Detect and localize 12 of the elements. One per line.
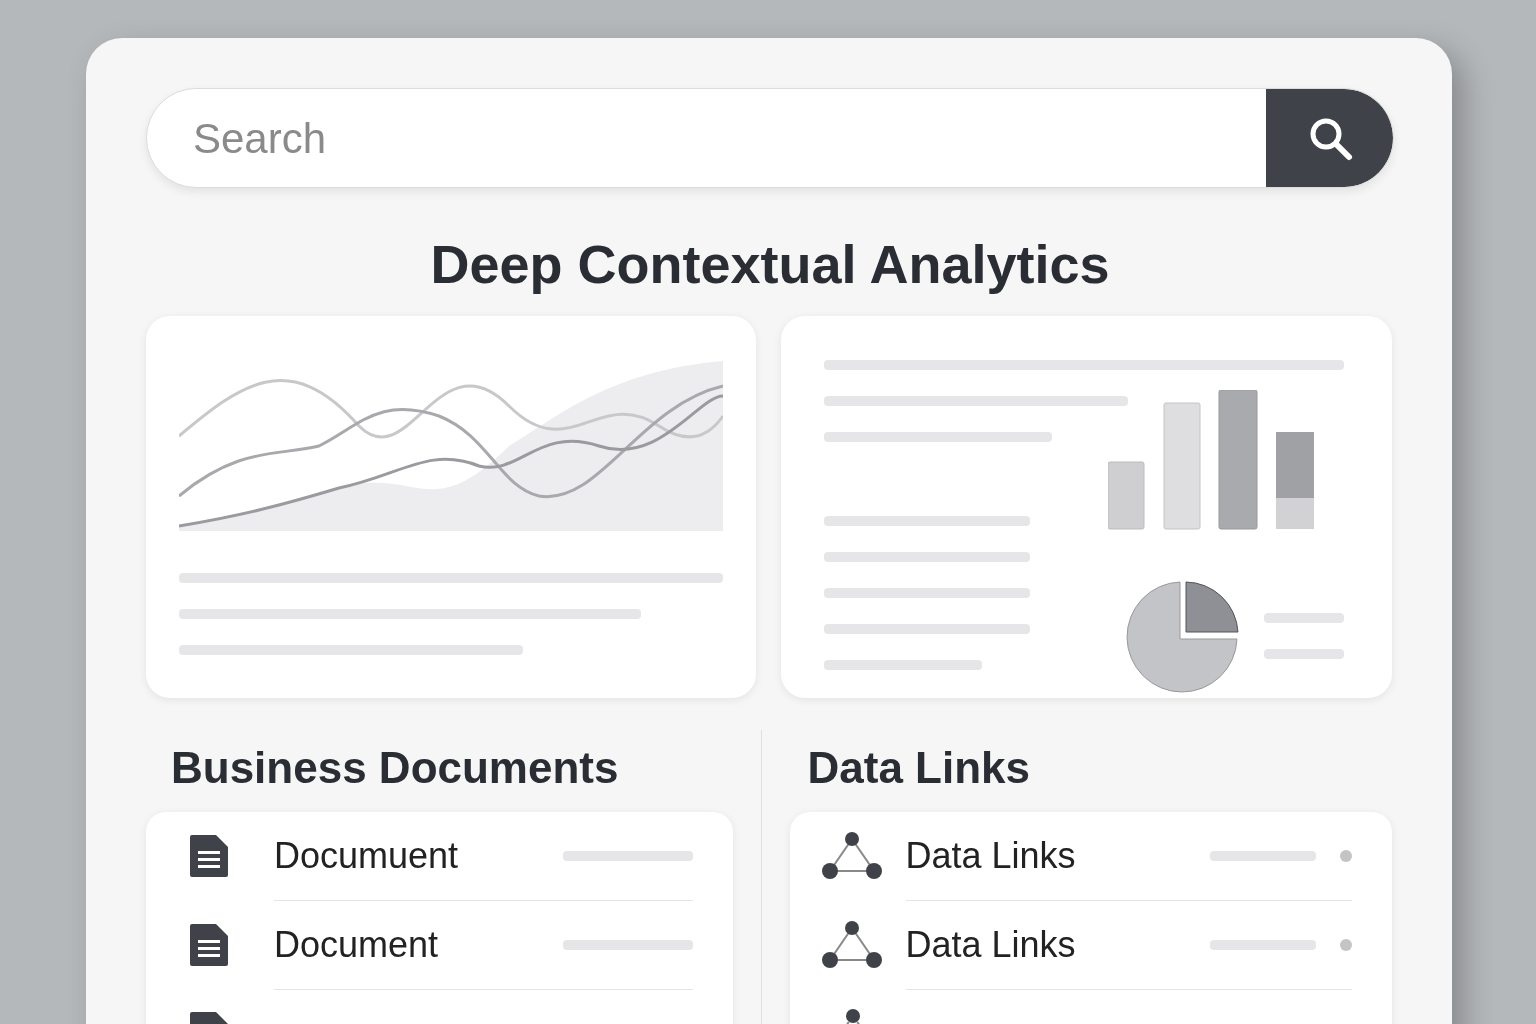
page-title: Deep Contextual Analytics xyxy=(429,233,1111,296)
network-nodes-icon xyxy=(819,920,884,970)
section-heading: Business Documents xyxy=(170,742,620,794)
list-item-label[interactable]: Document xyxy=(274,918,439,972)
chart-bar xyxy=(1108,461,1145,530)
network-nodes-icon xyxy=(843,1008,862,1024)
list-item-label[interactable]: Data Links xyxy=(905,918,1076,972)
search-button[interactable] xyxy=(1266,89,1393,187)
section-heading: Data Links xyxy=(806,742,1031,794)
list-item-label[interactable]: Data Links xyxy=(905,829,1076,883)
list-item-label[interactable]: Documuent xyxy=(274,829,459,883)
network-nodes-icon xyxy=(819,831,884,881)
